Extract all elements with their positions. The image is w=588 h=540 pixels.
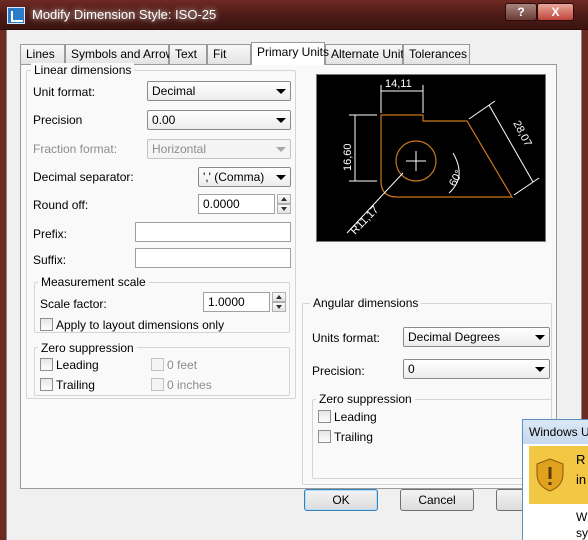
tab-lines[interactable]: Lines	[20, 44, 65, 64]
scale-factor-label: Scale factor:	[40, 297, 107, 311]
help-button[interactable]: ?	[505, 3, 537, 21]
scale-factor-spinner[interactable]	[272, 292, 286, 312]
tab-alternate-units[interactable]: Alternate Units	[325, 44, 410, 64]
popup-line2: in	[576, 472, 587, 487]
chevron-down-icon	[535, 335, 545, 340]
zero-suppression-linear-title: Zero suppression	[38, 341, 137, 355]
spin-up-icon[interactable]	[277, 194, 291, 204]
precision-select[interactable]: 0.00	[147, 110, 291, 130]
window-title: Modify Dimension Style: ISO-25	[32, 7, 217, 22]
preview-dim-left: 16,60	[342, 143, 354, 171]
unit-format-label: Unit format:	[33, 85, 96, 99]
autocad-app-icon	[7, 7, 25, 24]
round-off-input[interactable]: 0.0000	[198, 194, 275, 214]
preview-drawing: 14,11 16,60 28,07 60° R11,17	[342, 78, 540, 237]
precision-value: 0.00	[152, 113, 176, 127]
popup-warning-bar: R in	[529, 446, 588, 504]
zero-inches-checkbox[interactable]	[151, 378, 164, 391]
leading-label: Leading	[56, 358, 99, 372]
round-off-spinner[interactable]	[277, 194, 291, 214]
apply-layout-checkbox[interactable]	[40, 318, 53, 331]
measurement-scale-title: Measurement scale	[38, 275, 149, 289]
angular-precision-value: 0	[408, 362, 415, 376]
units-format-label: Units format:	[312, 331, 381, 345]
prefix-label: Prefix:	[33, 227, 68, 241]
linear-dimensions-title: Linear dimensions	[31, 63, 135, 77]
chevron-down-icon	[535, 367, 545, 372]
tab-symbols-and-arrows[interactable]: Symbols and Arrows	[65, 44, 180, 64]
trailing-label: Trailing	[56, 378, 95, 392]
fraction-format-value: Horizontal	[152, 142, 207, 156]
fraction-format-select[interactable]: Horizontal	[147, 139, 291, 159]
unit-format-value: Decimal	[152, 84, 196, 98]
ok-button[interactable]: OK	[304, 489, 378, 511]
dimension-preview: 14,11 16,60 28,07 60° R11,17	[316, 74, 546, 242]
preview-dim-right: 28,07	[510, 119, 534, 149]
chevron-down-icon	[276, 147, 286, 152]
chevron-down-icon	[276, 89, 286, 94]
close-button[interactable]: X	[537, 3, 574, 21]
chevron-down-icon	[276, 175, 286, 180]
preview-dim-radius: R11,17	[349, 204, 382, 237]
zero-inches-label: 0 inches	[167, 378, 212, 392]
chevron-down-icon	[276, 118, 286, 123]
preview-shape	[380, 114, 514, 198]
title-bar: Modify Dimension Style: ISO-25 ? X	[0, 0, 588, 30]
suffix-input[interactable]	[135, 248, 291, 268]
zero-feet-label: 0 feet	[167, 358, 198, 372]
fraction-format-label: Fraction format:	[33, 142, 118, 156]
angular-precision-label: Precision:	[312, 364, 365, 378]
decimal-separator-label: Decimal separator:	[33, 170, 134, 184]
tab-fit[interactable]: Fit	[207, 44, 251, 64]
popup-title: Windows U	[523, 420, 588, 444]
units-format-value: Decimal Degrees	[408, 330, 501, 344]
dialog-body: Lines Symbols and Arrows Text Fit Primar…	[6, 30, 582, 540]
decimal-separator-value: ',' (Comma)	[203, 170, 265, 184]
angular-trailing-checkbox[interactable]	[318, 430, 331, 443]
angular-trailing-label: Trailing	[334, 430, 373, 444]
popup-line3: W	[576, 510, 588, 524]
tab-primary-units[interactable]: Primary Units	[251, 42, 329, 65]
preview-dim-top: 14,11	[385, 78, 412, 90]
popup-line1: R	[576, 452, 586, 467]
tab-text[interactable]: Text	[169, 44, 207, 64]
units-format-select[interactable]: Decimal Degrees	[403, 327, 550, 347]
angular-dimensions-title: Angular dimensions	[310, 296, 422, 310]
apply-layout-label: Apply to layout dimensions only	[56, 318, 225, 332]
zero-feet-checkbox[interactable]	[151, 358, 164, 371]
prefix-input[interactable]	[135, 222, 291, 242]
decimal-separator-select[interactable]: ',' (Comma)	[198, 167, 291, 187]
cancel-button[interactable]: Cancel	[400, 489, 474, 511]
trailing-checkbox[interactable]	[40, 378, 53, 391]
tab-tolerances[interactable]: Tolerances	[403, 44, 470, 64]
angular-precision-select[interactable]: 0	[403, 359, 550, 379]
preview-dim-angle: 60°	[447, 168, 465, 188]
angular-leading-checkbox[interactable]	[318, 410, 331, 423]
windows-update-popup[interactable]: Windows U R in W sy	[522, 419, 588, 540]
unit-format-select[interactable]: Decimal	[147, 81, 291, 101]
spin-up-icon[interactable]	[272, 292, 286, 302]
precision-label: Precision	[33, 113, 83, 127]
suffix-label: Suffix:	[33, 253, 67, 267]
shield-warning-icon	[536, 458, 564, 492]
popup-line4: sy	[576, 526, 588, 540]
leading-checkbox[interactable]	[40, 358, 53, 371]
spin-down-icon[interactable]	[277, 204, 291, 214]
spin-down-icon[interactable]	[272, 302, 286, 312]
round-off-label: Round off:	[33, 198, 89, 212]
zero-suppression-angular-title: Zero suppression	[316, 392, 415, 406]
angular-leading-label: Leading	[334, 410, 377, 424]
scale-factor-input[interactable]: 1.0000	[203, 292, 270, 312]
primary-units-panel: Linear dimensions Unit format: Decimal P…	[20, 63, 557, 489]
